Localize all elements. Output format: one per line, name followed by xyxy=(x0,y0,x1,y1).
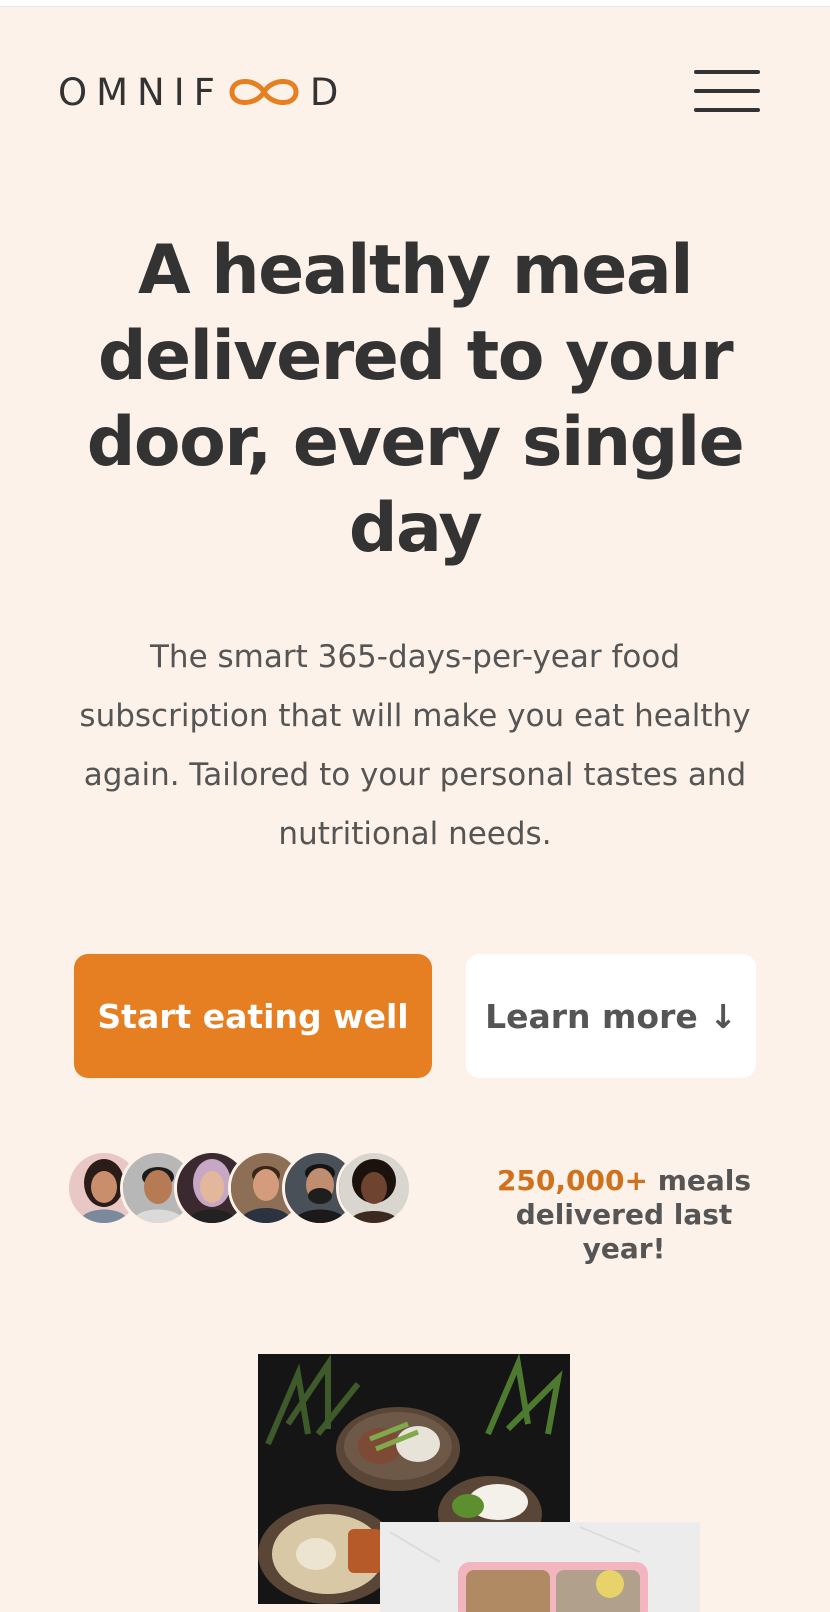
infinity-icon xyxy=(229,79,299,105)
omnifood-logo[interactable]: OMNIF D xyxy=(58,70,348,114)
browser-top-bar xyxy=(0,0,830,7)
hamburger-menu-icon[interactable] xyxy=(694,68,760,114)
logo-text-left: OMNIF xyxy=(58,70,224,114)
menu-line xyxy=(694,89,760,93)
start-eating-well-button[interactable]: Start eating well xyxy=(74,954,432,1078)
menu-line xyxy=(694,70,760,74)
menu-line xyxy=(694,108,760,112)
hero-description: The smart 365-days-per-year food subscri… xyxy=(79,639,751,852)
logo-text-right: D xyxy=(309,70,348,114)
learn-more-button[interactable]: Learn more ↓ xyxy=(466,954,756,1078)
meals-delivered-stat: 250,000+ meals delivered last year! xyxy=(480,1164,768,1266)
customer-avatar xyxy=(336,1150,412,1226)
hero-title: A healthy meal delivered to your door, e… xyxy=(86,231,745,568)
meal-box-image xyxy=(380,1522,700,1612)
meals-delivered-count: 250,000+ xyxy=(496,1164,648,1197)
